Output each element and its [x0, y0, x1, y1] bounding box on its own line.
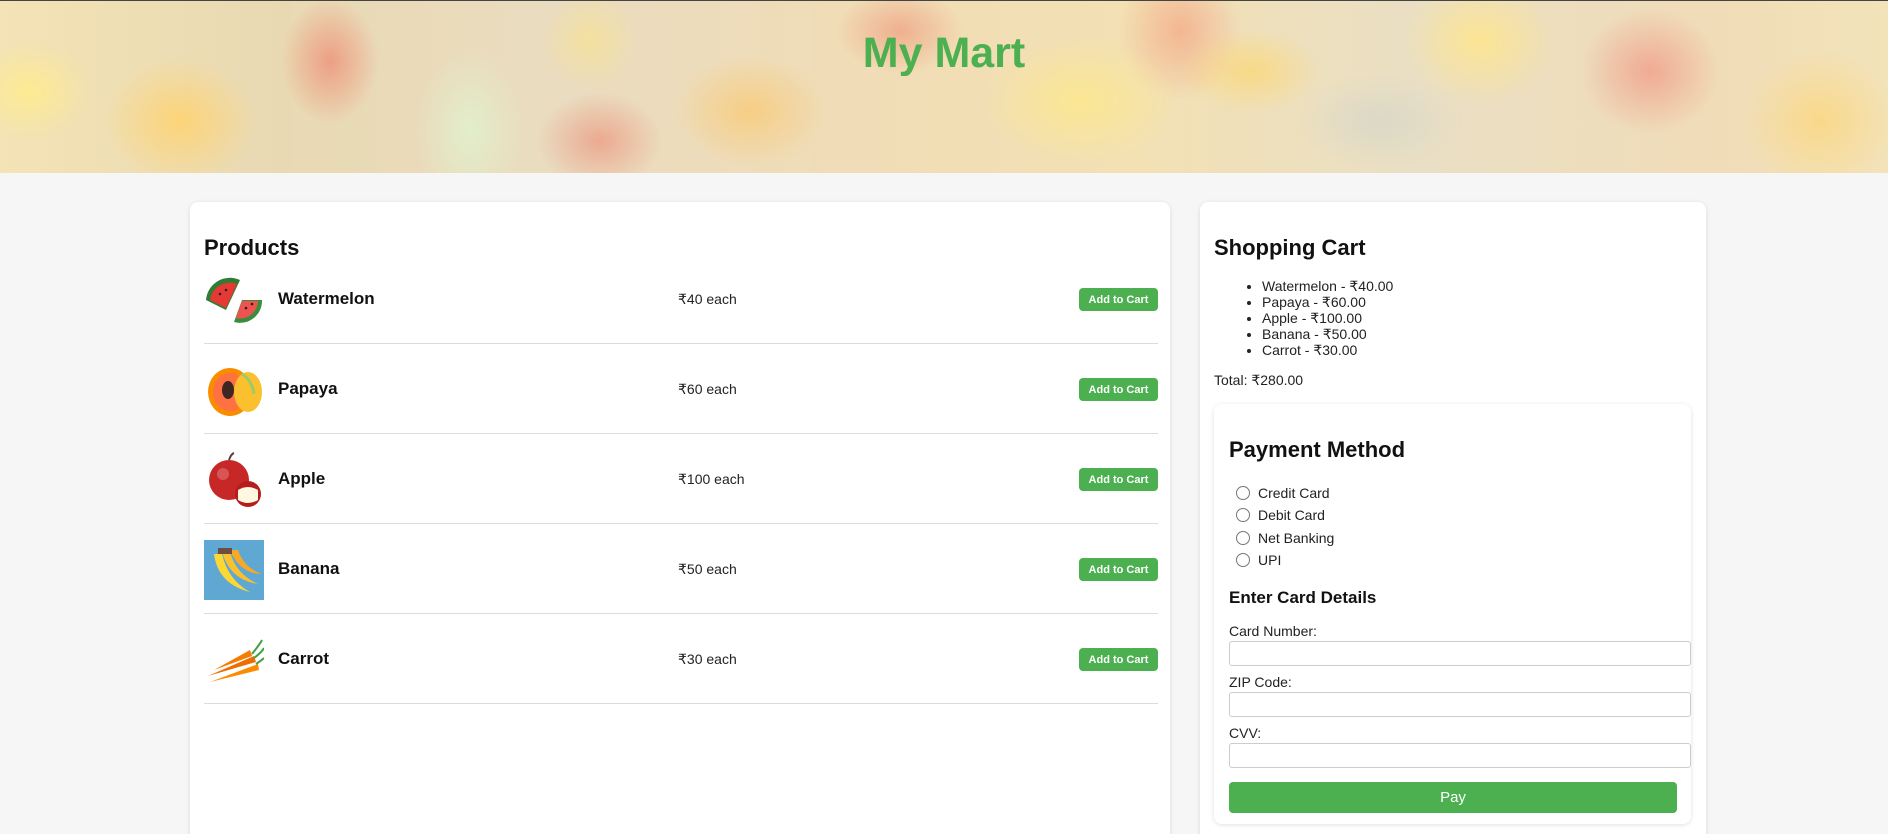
payment-option-net-banking[interactable]: Net Banking: [1236, 528, 1334, 548]
payment-option-label: UPI: [1258, 552, 1282, 568]
price-currency: ₹40: [678, 291, 706, 307]
product-name: Carrot: [278, 649, 330, 668]
cart-panel: Shopping Cart Watermelon - ₹40.00 Papaya…: [1200, 202, 1706, 834]
price-unit: each: [706, 651, 737, 667]
cart-total: Total: ₹280.00: [1214, 372, 1304, 388]
product-price: ₹50 each: [678, 561, 737, 578]
product-name: Papaya: [278, 379, 338, 398]
add-to-cart-button[interactable]: Add to Cart: [1079, 648, 1158, 671]
price-currency: ₹30: [678, 651, 706, 667]
product-name: Apple: [278, 469, 326, 488]
price-symbol: ₹: [678, 561, 687, 577]
product-price: ₹40 each: [678, 291, 737, 308]
price-unit: each: [706, 291, 737, 307]
price-symbol: ₹: [678, 651, 687, 667]
price-symbol: ₹: [678, 471, 687, 487]
payment-option-label: Net Banking: [1258, 530, 1335, 546]
cvv-label: CVV:: [1229, 725, 1262, 741]
payment-section: Payment Method Credit Card Debit Card Ne…: [1214, 404, 1691, 824]
products-panel: Products Watermelon ₹40each Add to Cart: [190, 202, 1170, 834]
price-value: 40: [686, 291, 703, 307]
zip-code-input[interactable]: [1229, 692, 1691, 717]
banana-icon: [204, 540, 264, 600]
product-name: Watermelon: [278, 289, 375, 308]
product-name: Banana: [278, 559, 340, 578]
add-to-cart-button[interactable]: Add to Cart: [1079, 468, 1158, 491]
price-symbol: ₹: [678, 381, 687, 397]
price-value: 50: [686, 561, 703, 577]
cart-item: Apple - ₹100.00: [1262, 310, 1393, 326]
product-row-papaya: Papaya ₹60 each Add to Cart: [204, 344, 1158, 434]
product-price: ₹60 each: [678, 381, 737, 398]
net-banking-radio[interactable]: [1236, 531, 1250, 545]
zip-code-label: ZIP Code:: [1229, 674, 1292, 690]
cvv-input[interactable]: [1229, 743, 1691, 768]
price-value: 30: [686, 651, 703, 667]
product-row-carrot: Carrot ₹30 each Add to Cart: [204, 614, 1158, 704]
payment-option-upi[interactable]: UPI: [1236, 550, 1281, 570]
apple-icon: [204, 450, 264, 510]
pay-button[interactable]: Pay: [1229, 782, 1677, 813]
add-to-cart-button[interactable]: Add to Cart: [1079, 558, 1158, 581]
product-price: ₹100 each: [678, 471, 745, 488]
card-number-input[interactable]: [1229, 641, 1691, 666]
carrot-icon: [204, 630, 264, 690]
add-to-cart-button[interactable]: Add to Cart: [1079, 378, 1158, 401]
product-price: ₹30 each: [678, 651, 737, 668]
payment-option-label: Credit Card: [1258, 485, 1330, 501]
price-currency: ₹50: [678, 561, 706, 577]
card-details-heading: Enter Card Details: [1229, 588, 1377, 607]
payment-option-credit-card[interactable]: Credit Card: [1236, 483, 1330, 503]
price-unit: each: [706, 561, 737, 577]
payment-option-label: Debit Card: [1258, 507, 1325, 523]
payment-heading: Payment Method: [1229, 437, 1406, 462]
add-to-cart-button[interactable]: Add to Cart: [1079, 288, 1158, 311]
watermelon-icon: [204, 270, 264, 330]
price-value: 60: [686, 381, 703, 397]
cart-item: Papaya - ₹60.00: [1262, 294, 1393, 310]
product-row-apple: Apple ₹100 each Add to Cart: [204, 434, 1158, 524]
cart-items-list: Watermelon - ₹40.00 Papaya - ₹60.00 Appl…: [1262, 278, 1393, 358]
cart-item: Watermelon - ₹40.00: [1262, 278, 1393, 294]
site-title: My Mart: [862, 29, 1026, 77]
cart-heading: Shopping Cart: [1214, 235, 1366, 260]
product-row-watermelon: Watermelon ₹40 each Add to Cart: [204, 254, 1158, 344]
upi-radio[interactable]: [1236, 553, 1250, 567]
payment-option-debit-card[interactable]: Debit Card: [1236, 505, 1325, 525]
price-symbol: ₹: [678, 291, 687, 307]
price-unit: each: [714, 471, 745, 487]
price-unit: each: [706, 381, 737, 397]
price-currency: ₹100: [678, 471, 714, 487]
product-row-banana: Banana ₹50 each Add to Cart: [204, 524, 1158, 614]
debit-card-radio[interactable]: [1236, 508, 1250, 522]
price-currency: ₹60: [678, 381, 706, 397]
papaya-icon: [204, 360, 264, 420]
cart-item: Carrot - ₹30.00: [1262, 342, 1393, 358]
header-banner: My Mart: [0, 0, 1888, 173]
cart-item: Banana - ₹50.00: [1262, 326, 1393, 342]
credit-card-radio[interactable]: [1236, 486, 1250, 500]
card-number-label: Card Number:: [1229, 623, 1317, 639]
price-value: 100: [686, 471, 711, 487]
